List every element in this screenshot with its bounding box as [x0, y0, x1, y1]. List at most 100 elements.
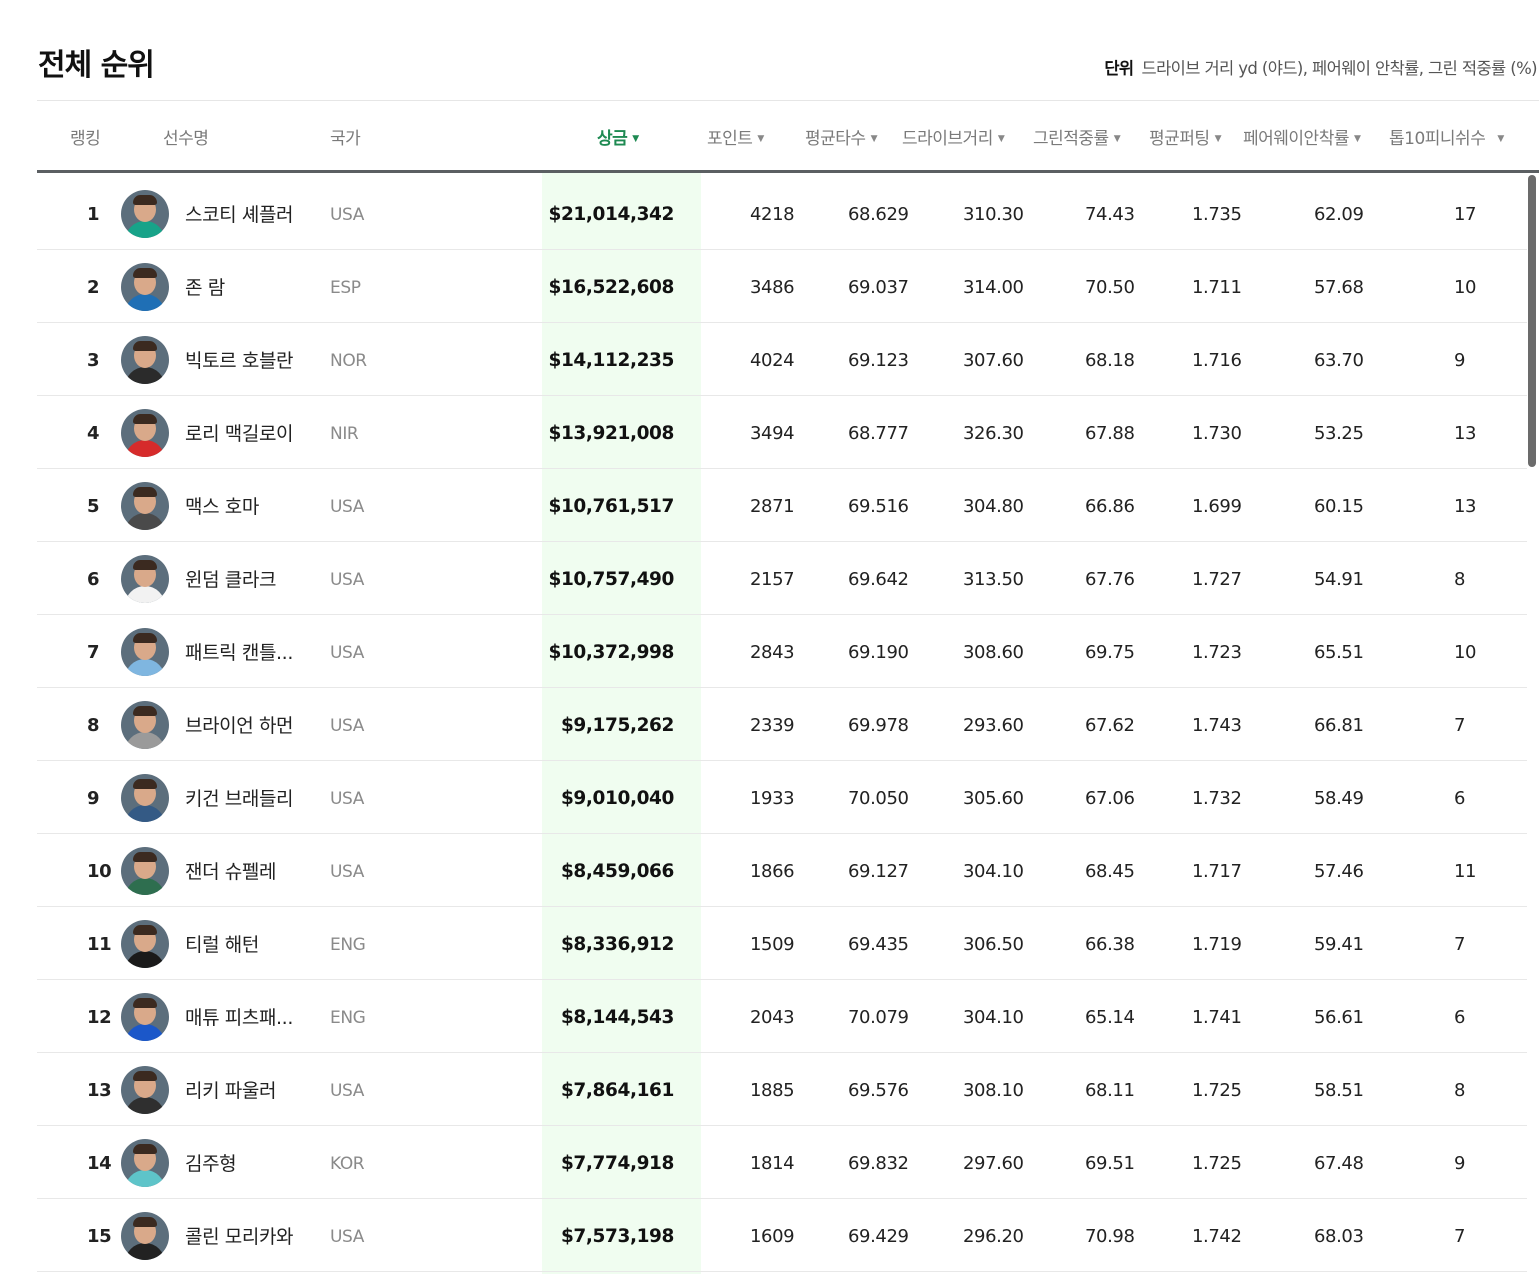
avatar-hair	[133, 414, 157, 424]
player-name-link[interactable]: 맥스 호마	[185, 468, 259, 541]
header-gir-sort[interactable]: 그린적중률 ▼	[1033, 124, 1121, 149]
table-row[interactable]: 7 패트릭 캔틀... USA $10,372,998 2843 69.190 308.60…	[37, 614, 1527, 688]
nation-cell: ENG	[330, 1008, 366, 1028]
avatar-shirt	[125, 586, 165, 603]
table-row[interactable]: 12 매튜 피츠패... ENG $8,144,543 2043 70.079 304.10…	[37, 979, 1527, 1053]
player-avatar[interactable]	[121, 336, 169, 384]
table-row[interactable]: 10 잰더 슈펠레 USA $8,459,066 1866 69.127 304.10 68.…	[37, 833, 1527, 907]
avatar-shirt	[125, 294, 165, 311]
player-avatar[interactable]	[121, 701, 169, 749]
avatar-hair	[133, 633, 157, 643]
player-avatar[interactable]	[121, 920, 169, 968]
prize-cell: $7,774,918	[560, 1153, 674, 1174]
sort-desc-icon: ▼	[1497, 134, 1504, 144]
header-fairway-label: 페어웨이안착률	[1243, 129, 1349, 149]
avatar-shirt	[125, 1097, 165, 1114]
player-avatar[interactable]	[121, 1139, 169, 1187]
avatar-shirt	[125, 951, 165, 968]
player-name-link[interactable]: 티럴 해턴	[185, 906, 259, 979]
sort-desc-icon: ▼	[757, 134, 764, 144]
avatar-shirt	[125, 221, 165, 238]
player-name-link[interactable]: 윈덤 클라크	[185, 541, 276, 614]
sort-desc-icon: ▼	[632, 134, 639, 144]
avatar-shirt	[125, 1170, 165, 1187]
nation-cell: USA	[330, 789, 364, 809]
table-row[interactable]: 6 윈덤 클라크 USA $10,757,490 2157 69.642 313.50 67.…	[37, 541, 1527, 615]
header-drive-sort[interactable]: 드라이브거리 ▼	[902, 124, 1005, 149]
table-row[interactable]: 2존 람 ESP $16,522,608 3486 69.037 314.00 70.50 1…	[37, 249, 1527, 323]
avatar-hair	[133, 706, 157, 716]
player-name-link[interactable]: 콜린 모리카와	[185, 1198, 294, 1271]
sort-desc-icon: ▼	[997, 134, 1005, 144]
prize-cell: $14,112,235	[548, 350, 674, 371]
table-row[interactable]: 3 빅토르 호블란 NOR $14,112,235 4024 69.123 307.60 68…	[37, 322, 1527, 396]
table-row[interactable]: 1 스코티 셰플러 USA $21,014,342 4218 68.629 310.30 74…	[37, 176, 1527, 250]
prize-cell: $7,573,198	[560, 1226, 674, 1247]
header-putting-label: 평균퍼팅	[1149, 129, 1210, 149]
header-gir-label: 그린적중률	[1033, 129, 1109, 149]
player-avatar[interactable]	[121, 482, 169, 530]
header-points-sort[interactable]: 포인트 ▼	[707, 124, 764, 149]
player-name-link[interactable]: 브라이언 하먼	[185, 687, 294, 760]
table-row[interactable]: 8 브라이언 하먼 USA $9,175,262 2339 69.978 293.60 67.…	[37, 687, 1527, 761]
player-avatar[interactable]	[121, 774, 169, 822]
unit-note: 단위 드라이브 거리 yd (야드), 페어웨이 안착률, 그린 적중률 (%)	[1104, 55, 1537, 79]
header-avg-score-sort[interactable]: 평균타수 ▼	[805, 124, 878, 149]
prize-cell: $13,921,008	[548, 423, 674, 444]
prize-cell: $8,144,543	[560, 1007, 674, 1028]
scrollbar[interactable]	[1528, 175, 1536, 467]
avatar-hair	[133, 998, 157, 1008]
header-divider	[37, 170, 1539, 173]
header-top10-sort[interactable]: 톱10피니쉬수 ▼	[1389, 124, 1504, 149]
sort-desc-icon: ▼	[1113, 134, 1121, 144]
avatar-hair	[133, 560, 157, 570]
player-name-link[interactable]: 키건 브래들리	[185, 760, 294, 833]
table-row[interactable]: 11 티럴 해턴 ENG $8,336,912 1509 69.435 306.50 66.3…	[37, 906, 1527, 980]
header-fairway-sort[interactable]: 페어웨이안착률 ▼	[1243, 124, 1361, 149]
header-putting-sort[interactable]: 평균퍼팅 ▼	[1149, 124, 1222, 149]
avatar-shirt	[125, 1243, 165, 1260]
prize-cell: $7,864,161	[560, 1080, 674, 1101]
table-row[interactable]: 4 로리 맥길로이 NIR $13,921,008 3494 68.777 326.30 67…	[37, 395, 1527, 469]
player-name-link[interactable]: 패트릭 캔틀...	[185, 614, 293, 687]
unit-label: 단위	[1104, 59, 1134, 78]
player-avatar[interactable]	[121, 628, 169, 676]
player-avatar[interactable]	[121, 409, 169, 457]
player-avatar[interactable]	[121, 190, 169, 238]
header-rank: 랭킹	[70, 129, 101, 149]
player-name-link[interactable]: 김주형	[185, 1125, 237, 1198]
table-row[interactable]: 14 김주형 KOR $7,774,918 1814 69.832 297.60 69.51 1…	[37, 1125, 1527, 1199]
avatar-shirt	[125, 367, 165, 384]
player-avatar[interactable]	[121, 847, 169, 895]
player-name-link[interactable]: 리키 파울러	[185, 1052, 276, 1125]
player-avatar[interactable]	[121, 263, 169, 311]
player-avatar[interactable]	[121, 993, 169, 1041]
prize-cell: $10,761,517	[548, 496, 674, 517]
table-row[interactable]: 9 키건 브래들리 USA $9,010,040 1933 70.050 305.60 67.…	[37, 760, 1527, 834]
avatar-hair	[133, 268, 157, 278]
nation-cell: USA	[330, 862, 364, 882]
header-nation: 국가	[330, 129, 361, 149]
avatar-hair	[133, 1217, 157, 1227]
sort-desc-icon: ▼	[1214, 134, 1222, 144]
player-avatar[interactable]	[121, 1066, 169, 1114]
header-prize-sort[interactable]: 상금 ▼	[597, 124, 639, 149]
table-row[interactable]: 5 맥스 호마 USA $10,761,517 2871 69.516 304.80 66.8…	[37, 468, 1527, 542]
avatar-hair	[133, 1144, 157, 1154]
player-name-link[interactable]: 잰더 슈펠레	[185, 833, 276, 906]
avatar-hair	[133, 852, 157, 862]
player-name-link[interactable]: 로리 맥길로이	[185, 395, 294, 468]
player-avatar[interactable]	[121, 1212, 169, 1260]
divider	[37, 100, 1539, 101]
player-name-link[interactable]: 매튜 피츠패...	[185, 979, 293, 1052]
table-row[interactable]: 13 리키 파울러 USA $7,864,161 1885 69.576 308.10 68.…	[37, 1052, 1527, 1126]
nation-cell: USA	[330, 1227, 364, 1247]
avatar-shirt	[125, 878, 165, 895]
player-avatar[interactable]	[121, 555, 169, 603]
player-name-link[interactable]: 빅토르 호블란	[185, 322, 294, 395]
player-name-link[interactable]: 스코티 셰플러	[185, 176, 294, 249]
prize-cell: $21,014,342	[548, 204, 674, 225]
player-name-link[interactable]: 존 람	[185, 249, 225, 322]
nation-cell: NOR	[330, 351, 367, 371]
table-row[interactable]: 15 콜린 모리카와 USA $7,573,198 1609 69.429 296.20 70…	[37, 1198, 1527, 1272]
